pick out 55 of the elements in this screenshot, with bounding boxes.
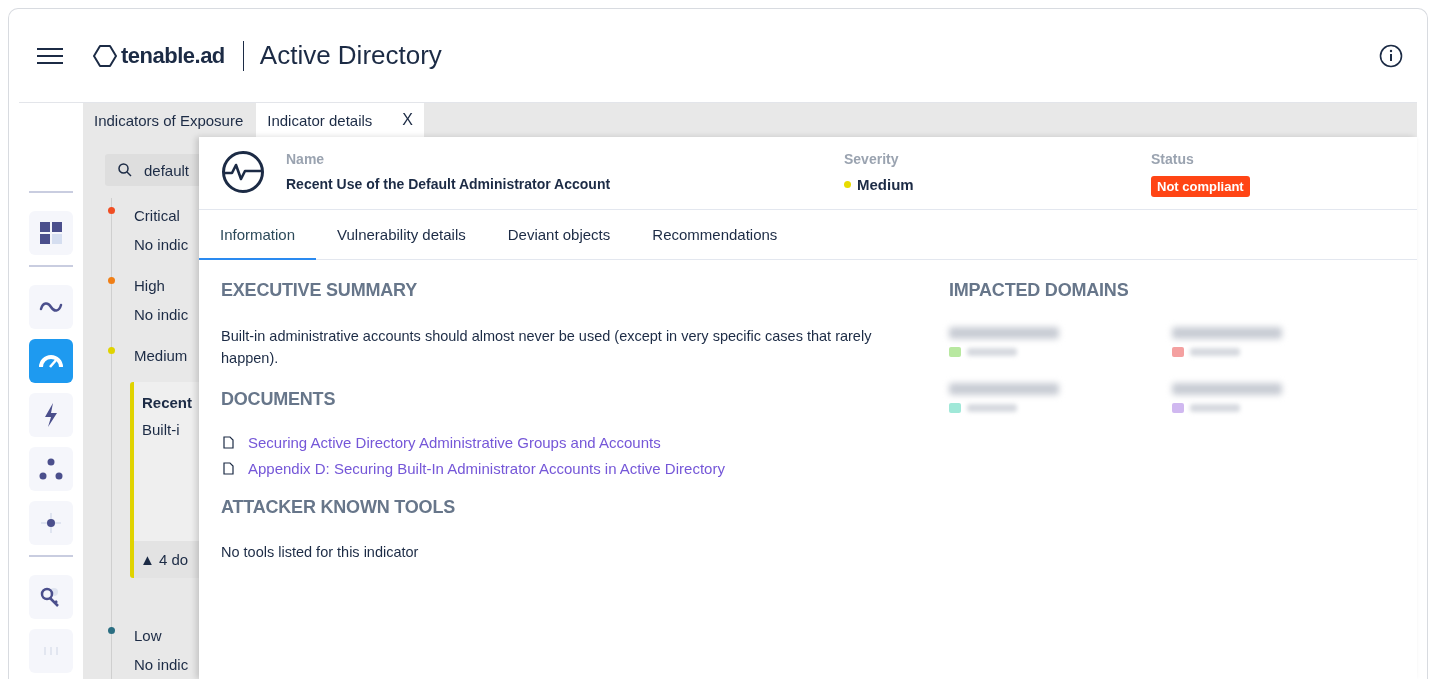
gauge-nav-button[interactable]: [29, 339, 73, 383]
card-text: Built-i: [142, 421, 181, 438]
section-heading: IMPACTED DOMAINS: [949, 280, 1130, 301]
severity-label: Medium: [134, 346, 188, 364]
severity-label: High: [134, 276, 165, 294]
search-icon: [118, 163, 132, 177]
bolt-icon: [43, 403, 59, 427]
detail-tab[interactable]: Recommendations: [631, 210, 799, 260]
gauge-icon: [38, 352, 64, 370]
empty-text: No indic: [134, 305, 190, 325]
tools-text: No tools listed for this indicator: [221, 544, 420, 560]
document-icon: [223, 462, 234, 475]
field-label: Severity: [844, 151, 900, 167]
document-link[interactable]: Securing Active Directory Administrative Groups and Accounts: [248, 434, 661, 451]
summary-text: Built-in administrative accounts should almost never be used (except in very specific cases that rarely happen).: [221, 327, 873, 368]
dashboard-nav-button[interactable]: [29, 211, 73, 255]
detail-tab[interactable]: Deviant objects: [486, 210, 632, 260]
bolt-nav-button[interactable]: [29, 393, 73, 437]
severity-label: Critical: [134, 206, 180, 224]
nodes-nav-button[interactable]: [29, 447, 73, 491]
card-footer: ▲ 4 do: [134, 541, 199, 578]
section-heading: DOCUMENTS: [221, 389, 337, 410]
severity-label: Low: [134, 626, 162, 644]
indicator-card[interactable]: Recent Built-i ▲ 4 do: [130, 382, 199, 578]
grid-icon: [40, 222, 62, 244]
field-label: Status: [1151, 151, 1195, 167]
app-title: Active Directory: [259, 40, 442, 71]
detail-tab[interactable]: Information: [199, 210, 317, 260]
section-heading: ATTACKER KNOWN TOOLS: [221, 497, 456, 518]
info-icon[interactable]: [1379, 43, 1403, 68]
wave-icon: [39, 300, 63, 314]
page-tab[interactable]: Indicator details X: [256, 103, 424, 137]
document-link[interactable]: Appendix D: Securing Built-In Administrator Accounts in Active Directory: [248, 460, 725, 477]
wave-nav-button[interactable]: [29, 285, 73, 329]
indicator-name: Recent Use of the Default Administrator Account: [286, 176, 612, 192]
status-badge: Not compliant: [1151, 176, 1250, 197]
logo-text: tenable.ad: [121, 42, 225, 69]
empty-text: No indic: [134, 235, 190, 255]
detail-tab[interactable]: Vulnerability details: [316, 210, 487, 260]
key-nav-button[interactable]: [29, 575, 73, 619]
severity-value: Medium: [857, 176, 914, 193]
document-icon: [223, 436, 234, 449]
field-label: Name: [286, 151, 326, 167]
search-field[interactable]: default: [105, 154, 199, 186]
crosshair-icon: [39, 511, 63, 535]
menu-icon[interactable]: [37, 46, 63, 65]
three-dots-icon: [39, 458, 63, 480]
target-nav-button[interactable]: [29, 501, 73, 545]
empty-text: No indic: [134, 655, 190, 675]
page-tab[interactable]: Indicators of Exposure: [83, 103, 255, 137]
card-title: Recent: [142, 394, 194, 411]
hexagon-icon: [93, 43, 117, 68]
pulse-icon: [221, 150, 265, 194]
close-tab-button[interactable]: X: [402, 111, 413, 129]
section-heading: EXECUTIVE SUMMARY: [221, 280, 418, 301]
